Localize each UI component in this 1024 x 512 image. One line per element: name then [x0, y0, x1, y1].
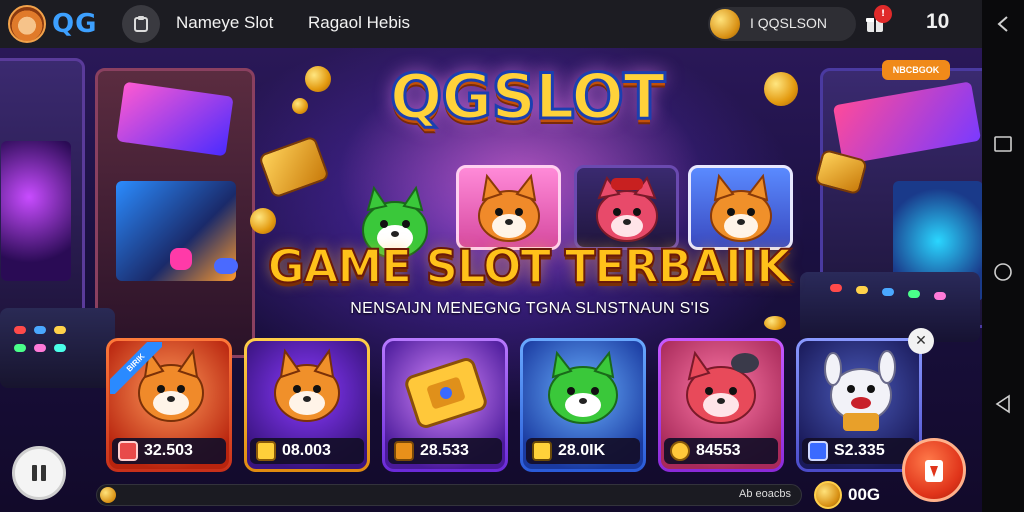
card-value-bar: 84553 — [664, 438, 778, 464]
card-value: 32.503 — [144, 442, 193, 459]
brand-logo[interactable]: QG — [52, 9, 97, 39]
gem-icon — [532, 441, 552, 461]
card-value: 84553 — [696, 442, 741, 459]
home-nav-icon[interactable] — [122, 5, 160, 43]
coin-icon — [100, 487, 116, 503]
hero-tagline: NENSAIJN MENEGNG TGNA SLNSTNAUN S'IS — [350, 300, 710, 317]
card-spin-icon — [925, 460, 943, 482]
top-counter: 10 — [926, 10, 950, 33]
recents-icon[interactable] — [982, 124, 1024, 164]
progress-label: Ab eoacbs — [739, 488, 791, 500]
game-card[interactable]: 84553 — [658, 338, 784, 472]
game-card[interactable]: BIRIK 32.503 — [106, 338, 232, 472]
card-value: S2.335 — [834, 442, 885, 459]
chest-icon — [394, 441, 414, 461]
arcade-control-panel — [0, 308, 115, 388]
fox-card — [456, 165, 561, 250]
game-card[interactable]: S2.335 — [796, 338, 922, 472]
card-value-bar: 28.533 — [388, 438, 502, 464]
coin-icon — [250, 208, 276, 234]
gift-box-icon — [118, 441, 138, 461]
system-nav-bar — [982, 0, 1024, 512]
nav-link-hebis[interactable]: Ragaol Hebis — [308, 13, 410, 33]
card-icon — [808, 441, 828, 461]
fox-card — [688, 165, 793, 250]
card-value-bar: 32.503 — [112, 438, 226, 464]
nav-link-slot[interactable]: Nameye Slot — [176, 13, 273, 33]
account-name: I QQSLSON — [750, 15, 828, 31]
pause-button[interactable] — [12, 446, 66, 500]
card-value-bar: 08.003 — [250, 438, 364, 464]
coin-icon — [764, 72, 798, 106]
progress-bar: Ab eoacbs — [96, 484, 802, 506]
coin-icon — [710, 9, 740, 39]
card-value: 28.533 — [420, 442, 469, 459]
hero-title: QGSLOT — [388, 59, 667, 135]
top-bar: QG Nameye Slot Ragaol Hebis I QQSLSON ! … — [0, 0, 982, 48]
arcade-cabinet — [95, 68, 255, 358]
fox-logo-icon — [8, 5, 46, 43]
card-value-bar: 28.0IK — [526, 438, 640, 464]
home-circle-icon[interactable] — [982, 252, 1024, 292]
game-card[interactable]: 28.533 — [382, 338, 508, 472]
gem-icon — [170, 248, 192, 270]
close-icon[interactable]: ✕ — [908, 328, 934, 354]
spin-action-button[interactable] — [902, 438, 966, 502]
game-card[interactable]: 28.0IK — [520, 338, 646, 472]
card-value: 28.0IK — [558, 442, 606, 459]
pause-icon — [32, 465, 46, 481]
card-ribbon: BIRIK — [110, 342, 162, 394]
coin-icon — [305, 66, 331, 92]
notification-badge: ! — [874, 5, 892, 23]
promo-badge[interactable]: NBCBGOK — [882, 60, 950, 80]
hero-subtitle: GAME SLOT TERBAIIK — [267, 239, 793, 294]
back-chevron-icon[interactable] — [982, 4, 1024, 44]
gem-icon — [214, 258, 238, 274]
coin-icon — [764, 316, 786, 330]
treasure-icon — [257, 135, 331, 199]
balance-value: 00G — [848, 485, 881, 504]
red-dog-card — [574, 165, 679, 250]
treasure-icon — [256, 441, 276, 461]
card-value: 08.003 — [282, 442, 331, 459]
game-card[interactable]: 08.003 — [244, 338, 370, 472]
back-triangle-icon[interactable] — [982, 384, 1024, 424]
coin-icon — [292, 98, 308, 114]
coin-icon — [814, 481, 842, 509]
coin-icon — [670, 441, 690, 461]
card-value-bar: S2.335 — [802, 438, 916, 464]
arcade-control-panel — [800, 272, 980, 342]
account-pill[interactable]: I QQSLSON — [708, 7, 856, 41]
